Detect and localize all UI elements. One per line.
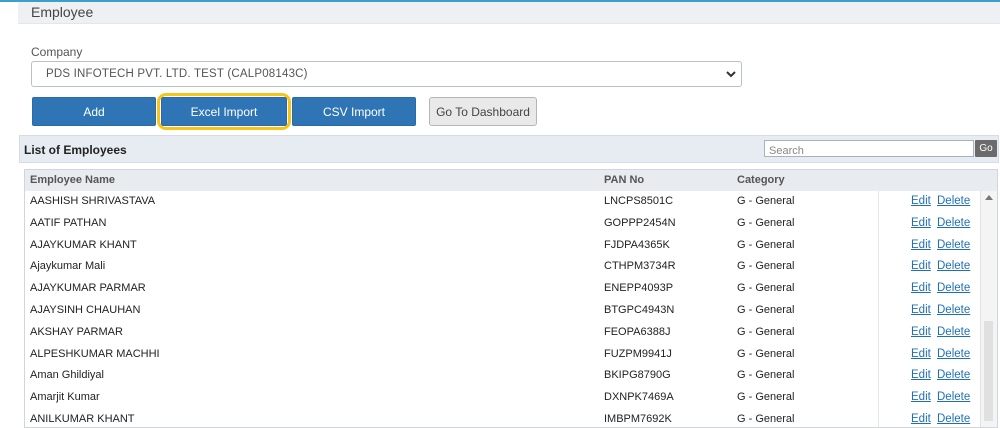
- pan-cell: IMBPM7692K: [604, 413, 672, 425]
- row-actions: Edit Delete: [878, 365, 981, 388]
- employee-name-cell: AJAYKUMAR KHANT: [30, 238, 137, 251]
- category-cell: G - General: [737, 413, 795, 425]
- delete-link[interactable]: Delete: [937, 260, 970, 272]
- employee-name-cell: AASHISH SHRIVASTAVA: [30, 195, 156, 207]
- edit-link[interactable]: Edit: [911, 391, 931, 403]
- edit-link[interactable]: Edit: [911, 217, 931, 229]
- table-row: AJAYKUMAR PARMAR ENEPP4093P G - General Edi…: [25, 278, 980, 301]
- table-row: AATIF PATHAN GOPPP2454N G - General Edit Del…: [25, 212, 981, 236]
- pan-cell: ENEPP4093P: [604, 282, 674, 295]
- search-box: [764, 140, 974, 159]
- category-cell: G - General: [737, 304, 795, 316]
- column-header-pan[interactable]: PAN No: [604, 174, 644, 186]
- table-row: AJAYKUMAR KHANT FJDPA4365K G - General Edit…: [25, 234, 981, 258]
- table-row: ANILKUMAR KHANT IMBPM7692K G - General Edit…: [25, 409, 981, 427]
- pan-cell: LNCPS8501C: [604, 195, 674, 207]
- pan-cell: BKIPG8790G: [604, 369, 671, 382]
- column-header-name[interactable]: Employee Name: [30, 174, 115, 186]
- row-actions: Edit Delete: [878, 343, 981, 366]
- delete-link[interactable]: Delete: [937, 217, 970, 229]
- chevron-down-icon: [726, 71, 736, 78]
- csv-import-button[interactable]: CSV Import: [292, 97, 416, 126]
- employee-name-cell: AJAYSINH CHAUHAN: [30, 304, 141, 316]
- edit-link[interactable]: Edit: [911, 369, 931, 381]
- search-input[interactable]: [765, 143, 973, 159]
- category-cell: G - General: [737, 260, 795, 273]
- edit-link[interactable]: Edit: [911, 239, 931, 251]
- pan-cell: FEOPA6388J: [604, 325, 671, 338]
- row-actions: Edit Delete: [878, 278, 981, 300]
- delete-link[interactable]: Delete: [937, 391, 970, 403]
- scroll-thumb[interactable]: [984, 321, 993, 421]
- table-row: AJAYSINH CHAUHAN BTGPC4943N G - General Edi…: [25, 300, 980, 323]
- delete-link[interactable]: Delete: [937, 348, 970, 360]
- row-actions: Edit Delete: [878, 321, 981, 344]
- row-actions: Edit Delete: [878, 191, 981, 213]
- edit-link[interactable]: Edit: [911, 282, 931, 294]
- employee-name-cell: Ajaykumar Mali: [30, 260, 106, 273]
- delete-link[interactable]: Delete: [937, 239, 970, 251]
- delete-link[interactable]: Delete: [937, 413, 970, 425]
- scroll-up-icon[interactable]: [985, 195, 993, 200]
- edit-link[interactable]: Edit: [911, 326, 931, 338]
- pan-cell: BTGPC4943N: [604, 304, 675, 316]
- employees-panel-title: List of Employees: [24, 143, 127, 157]
- category-cell: G - General: [737, 195, 795, 207]
- row-actions: Edit Delete: [878, 256, 981, 279]
- table-row: Ajaykumar Mali CTHPM3734R G - General Edit D…: [25, 256, 981, 280]
- delete-link[interactable]: Delete: [937, 304, 970, 316]
- table-header: Employee Name PAN No Category: [25, 170, 997, 192]
- row-actions: Edit Delete: [878, 212, 981, 235]
- edit-link[interactable]: Edit: [911, 413, 931, 425]
- employee-name-cell: ANILKUMAR KHANT: [30, 413, 135, 425]
- company-select[interactable]: PDS INFOTECH PVT. LTD. TEST (CALP08143C): [31, 61, 742, 87]
- category-cell: G - General: [737, 391, 795, 404]
- pan-cell: GOPPP2454N: [604, 216, 676, 229]
- delete-link[interactable]: Delete: [937, 326, 970, 338]
- edit-link[interactable]: Edit: [911, 195, 931, 207]
- column-header-category[interactable]: Category: [737, 174, 785, 186]
- pan-cell: FJDPA4365K: [604, 238, 670, 251]
- category-cell: G - General: [737, 216, 795, 229]
- row-actions: Edit Delete: [878, 234, 981, 257]
- edit-link[interactable]: Edit: [911, 348, 931, 360]
- employee-name-cell: Aman Ghildiyal: [30, 369, 104, 382]
- pan-cell: CTHPM3734R: [604, 260, 676, 273]
- category-cell: G - General: [737, 238, 795, 251]
- employees-table: Employee Name PAN No Category AASHISH SH…: [24, 169, 998, 428]
- delete-link[interactable]: Delete: [937, 195, 970, 207]
- category-cell: G - General: [737, 325, 795, 338]
- delete-link[interactable]: Delete: [937, 282, 970, 294]
- table-row: Aman Ghildiyal BKIPG8790G G - General Edit D…: [25, 365, 981, 389]
- pan-cell: DXNPK7469A: [604, 391, 674, 404]
- row-actions: Edit Delete: [878, 300, 981, 322]
- page-title-bar: Employee: [18, 2, 1000, 24]
- row-actions: Edit Delete: [878, 387, 981, 409]
- table-scrollbar[interactable]: [980, 191, 997, 427]
- employee-name-cell: AATIF PATHAN: [30, 216, 107, 229]
- search-go-button[interactable]: Go: [975, 140, 997, 157]
- employee-name-cell: ALPESHKUMAR MACHHI: [30, 347, 160, 360]
- row-actions: Edit Delete: [878, 409, 981, 427]
- delete-link[interactable]: Delete: [937, 369, 970, 381]
- category-cell: G - General: [737, 347, 795, 360]
- table-row: AASHISH SHRIVASTAVA LNCPS8501C G - General…: [25, 191, 980, 214]
- category-cell: G - General: [737, 282, 795, 295]
- employee-name-cell: AKSHAY PARMAR: [30, 325, 123, 338]
- go-to-dashboard-button[interactable]: Go To Dashboard: [429, 97, 537, 126]
- company-select-value: PDS INFOTECH PVT. LTD. TEST (CALP08143C): [46, 68, 308, 80]
- page-title: Employee: [31, 4, 94, 20]
- employee-name-cell: Amarjit Kumar: [30, 391, 100, 404]
- excel-import-highlight: [157, 93, 291, 130]
- company-label: Company: [31, 45, 83, 59]
- edit-link[interactable]: Edit: [911, 260, 931, 272]
- add-button[interactable]: Add: [32, 97, 156, 126]
- edit-link[interactable]: Edit: [911, 304, 931, 316]
- employee-name-cell: AJAYKUMAR PARMAR: [30, 282, 146, 295]
- table-row: ALPESHKUMAR MACHHI FUZPM9941J G - General E…: [25, 343, 981, 367]
- table-row: Amarjit Kumar DXNPK7469A G - General Edit De…: [25, 387, 980, 410]
- table-row: AKSHAY PARMAR FEOPA6388J G - General Edit De…: [25, 321, 981, 345]
- pan-cell: FUZPM9941J: [604, 347, 672, 360]
- category-cell: G - General: [737, 369, 795, 382]
